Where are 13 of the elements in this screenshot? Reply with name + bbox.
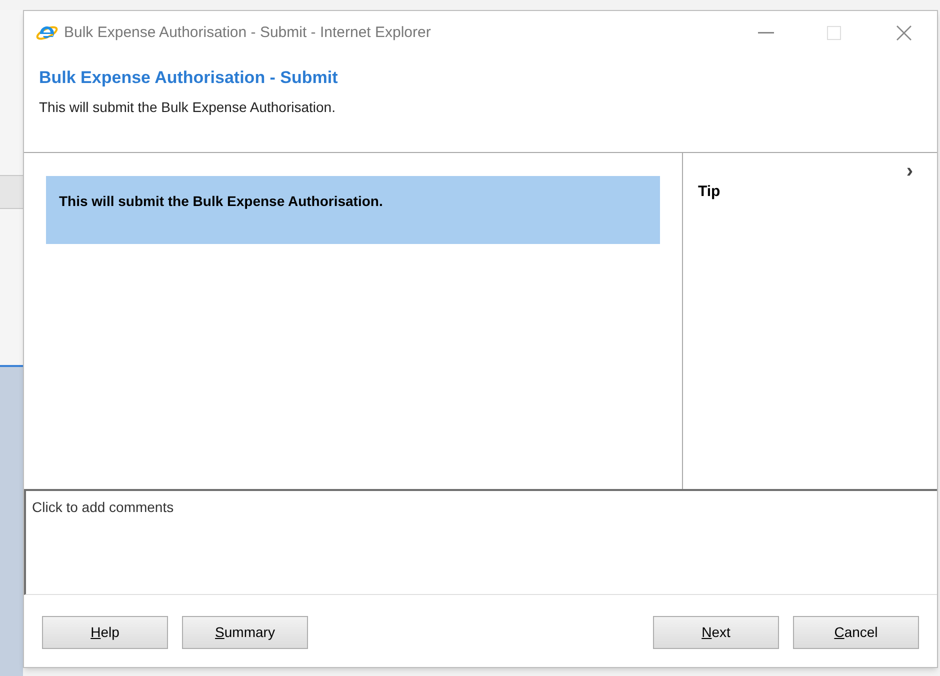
comments-field[interactable]: Click to add comments [24,489,937,595]
window-title: Bulk Expense Authorisation - Submit - Internet Explorer [64,22,431,43]
collapse-toggle[interactable]: › [906,161,913,181]
tip-heading: Tip [698,182,720,202]
dialog-button[interactable]: Next [653,616,779,649]
page-title: Bulk Expense Authorisation - Submit [39,67,338,89]
dialog-button[interactable]: Help [42,616,168,649]
minimize-icon[interactable] [758,32,774,34]
dialog-button[interactable]: Cancel [793,616,919,649]
info-message: This will submit the Bulk Expense Authorisation. [46,176,660,244]
close-icon[interactable] [896,25,912,41]
dialog-button[interactable]: Summary [182,616,308,649]
page-subtitle: This will submit the Bulk Expense Authorisation. [39,98,336,117]
